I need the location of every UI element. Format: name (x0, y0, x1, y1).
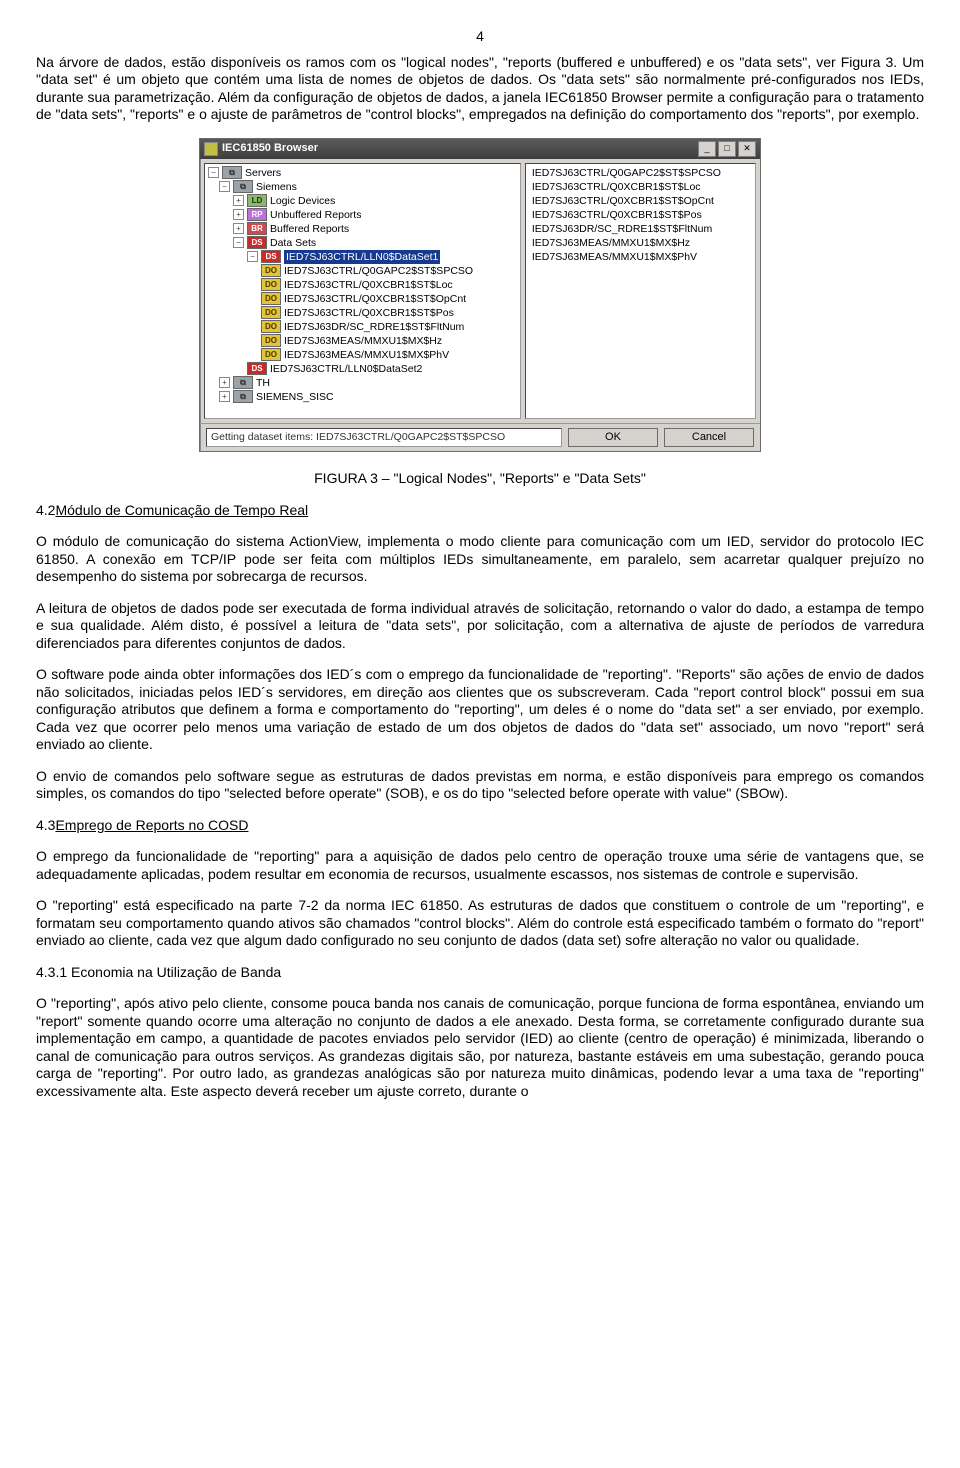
heading-number: 4.3 (36, 817, 55, 835)
list-item[interactable]: IED7SJ63MEAS/MMXU1$MX$PhV (528, 250, 753, 264)
list-pane[interactable]: IED7SJ63CTRL/Q0GAPC2$ST$SPCSO IED7SJ63CT… (525, 163, 756, 419)
tree-br[interactable]: +BRBuffered Reports (207, 222, 518, 236)
heading-text: Módulo de Comunicação de Tempo Real (55, 502, 308, 518)
tree-label: Siemens (256, 180, 297, 194)
expand-icon[interactable]: + (219, 377, 230, 388)
tree-label: IED7SJ63CTRL/Q0XCBR1$ST$OpCnt (284, 292, 466, 306)
heading-4-3-1: 4.3.1 Economia na Utilização de Banda (36, 964, 924, 982)
tree-do[interactable]: DOIED7SJ63DR/SC_RDRE1$ST$FltNum (207, 320, 518, 334)
ok-button[interactable]: OK (568, 428, 658, 448)
titlebar: IEC61850 Browser _ □ ✕ (200, 139, 760, 159)
ds-icon: DS (261, 250, 281, 263)
close-button[interactable]: ✕ (738, 141, 756, 157)
tree-label: IED7SJ63CTRL/Q0XCBR1$ST$Pos (284, 306, 454, 320)
paragraph: O módulo de comunicação do sistema Actio… (36, 533, 924, 586)
tree-sisc[interactable]: +⧉SIEMENS_SISC (207, 390, 518, 404)
tree-servers[interactable]: −⧉Servers (207, 166, 518, 180)
paragraph: O emprego da funcionalidade de "reportin… (36, 848, 924, 883)
expand-icon[interactable]: + (233, 195, 244, 206)
paragraph: O "reporting" está especificado na parte… (36, 897, 924, 950)
paragraph: O envio de comandos pelo software segue … (36, 768, 924, 803)
tree-label: Data Sets (270, 236, 316, 250)
list-item[interactable]: IED7SJ63CTRL/Q0XCBR1$ST$Pos (528, 208, 753, 222)
tree-label: IED7SJ63CTRL/LLN0$DataSet2 (270, 362, 422, 376)
server-icon: ⧉ (233, 180, 253, 193)
heading-4-2: 4.2 Módulo de Comunicação de Tempo Real (36, 502, 924, 520)
tree-do[interactable]: DOIED7SJ63MEAS/MMXU1$MX$Hz (207, 334, 518, 348)
ld-icon: LD (247, 194, 267, 207)
heading-4-3: 4.3 Emprego de Reports no COSD (36, 817, 924, 835)
do-icon: DO (261, 348, 281, 361)
tree-do[interactable]: DOIED7SJ63CTRL/Q0XCBR1$ST$OpCnt (207, 292, 518, 306)
tree-label: IED7SJ63CTRL/Q0GAPC2$ST$SPCSO (284, 264, 473, 278)
tree-label: Unbuffered Reports (270, 208, 361, 222)
tree-label: IED7SJ63MEAS/MMXU1$MX$Hz (284, 334, 442, 348)
list-item[interactable]: IED7SJ63CTRL/Q0XCBR1$ST$OpCnt (528, 194, 753, 208)
tree-siemens[interactable]: −⧉Siemens (207, 180, 518, 194)
paragraph-intro: Na árvore de dados, estão disponíveis os… (36, 54, 924, 124)
tree-label: TH (256, 376, 270, 390)
do-icon: DO (261, 334, 281, 347)
maximize-button[interactable]: □ (718, 141, 736, 157)
list-item[interactable]: IED7SJ63CTRL/Q0GAPC2$ST$SPCSO (528, 166, 753, 180)
tree-th[interactable]: +⧉TH (207, 376, 518, 390)
do-icon: DO (261, 264, 281, 277)
ds-icon: DS (247, 362, 267, 375)
dialog-body: −⧉Servers −⧉Siemens +LDLogic Devices +RP… (200, 159, 760, 423)
ds-icon: DS (247, 236, 267, 249)
tree-label: Logic Devices (270, 194, 335, 208)
do-icon: DO (261, 320, 281, 333)
tree-do[interactable]: DOIED7SJ63CTRL/Q0XCBR1$ST$Pos (207, 306, 518, 320)
expand-icon[interactable]: + (219, 391, 230, 402)
heading-number: 4.2 (36, 502, 55, 520)
tree-do[interactable]: DOIED7SJ63CTRL/Q0XCBR1$ST$Loc (207, 278, 518, 292)
paragraph: O "reporting", após ativo pelo cliente, … (36, 995, 924, 1100)
collapse-icon[interactable]: − (233, 237, 244, 248)
tree-label: SIEMENS_SISC (256, 390, 334, 404)
tree-label: Buffered Reports (270, 222, 349, 236)
collapse-icon[interactable]: − (247, 251, 258, 262)
list-item[interactable]: IED7SJ63DR/SC_RDRE1$ST$FltNum (528, 222, 753, 236)
status-row: Getting dataset items: IED7SJ63CTRL/Q0GA… (200, 423, 760, 452)
app-icon (204, 142, 218, 156)
server-icon: ⧉ (233, 390, 253, 403)
tree-pane[interactable]: −⧉Servers −⧉Siemens +LDLogic Devices +RP… (204, 163, 521, 419)
tree-label-selected: IED7SJ63CTRL/LLN0$DataSet1 (284, 250, 440, 264)
tree-do[interactable]: DOIED7SJ63MEAS/MMXU1$MX$PhV (207, 348, 518, 362)
expand-icon[interactable]: + (233, 209, 244, 220)
page-number: 4 (36, 28, 924, 46)
paragraph: O software pode ainda obter informações … (36, 666, 924, 754)
tree-label: IED7SJ63DR/SC_RDRE1$ST$FltNum (284, 320, 464, 334)
do-icon: DO (261, 278, 281, 291)
tree-label: IED7SJ63MEAS/MMXU1$MX$PhV (284, 348, 449, 362)
rp-icon: RP (247, 208, 267, 221)
tree-ds2[interactable]: DSIED7SJ63CTRL/LLN0$DataSet2 (207, 362, 518, 376)
figure-3: IEC61850 Browser _ □ ✕ −⧉Servers −⧉Sieme… (36, 138, 924, 453)
list-item[interactable]: IED7SJ63CTRL/Q0XCBR1$ST$Loc (528, 180, 753, 194)
br-icon: BR (247, 222, 267, 235)
heading-text: Emprego de Reports no COSD (55, 817, 248, 833)
minimize-button[interactable]: _ (698, 141, 716, 157)
tree-label: Servers (245, 166, 281, 180)
tree-ld[interactable]: +LDLogic Devices (207, 194, 518, 208)
tree-ds[interactable]: −DSData Sets (207, 236, 518, 250)
collapse-icon[interactable]: − (219, 181, 230, 192)
cancel-button[interactable]: Cancel (664, 428, 754, 448)
collapse-icon[interactable]: − (208, 167, 219, 178)
tree-rp[interactable]: +RPUnbuffered Reports (207, 208, 518, 222)
servers-icon: ⧉ (222, 166, 242, 179)
server-icon: ⧉ (233, 376, 253, 389)
status-text: Getting dataset items: IED7SJ63CTRL/Q0GA… (206, 428, 562, 447)
tree-do[interactable]: DOIED7SJ63CTRL/Q0GAPC2$ST$SPCSO (207, 264, 518, 278)
tree-ds1[interactable]: −DSIED7SJ63CTRL/LLN0$DataSet1 (207, 250, 518, 264)
iec61850-browser-dialog: IEC61850 Browser _ □ ✕ −⧉Servers −⧉Sieme… (199, 138, 761, 453)
list-item[interactable]: IED7SJ63MEAS/MMXU1$MX$Hz (528, 236, 753, 250)
expand-icon[interactable]: + (233, 223, 244, 234)
figure-caption: FIGURA 3 – "Logical Nodes", "Reports" e … (36, 470, 924, 488)
do-icon: DO (261, 292, 281, 305)
window-title: IEC61850 Browser (222, 142, 696, 156)
tree-label: IED7SJ63CTRL/Q0XCBR1$ST$Loc (284, 278, 453, 292)
paragraph: A leitura de objetos de dados pode ser e… (36, 600, 924, 653)
do-icon: DO (261, 306, 281, 319)
